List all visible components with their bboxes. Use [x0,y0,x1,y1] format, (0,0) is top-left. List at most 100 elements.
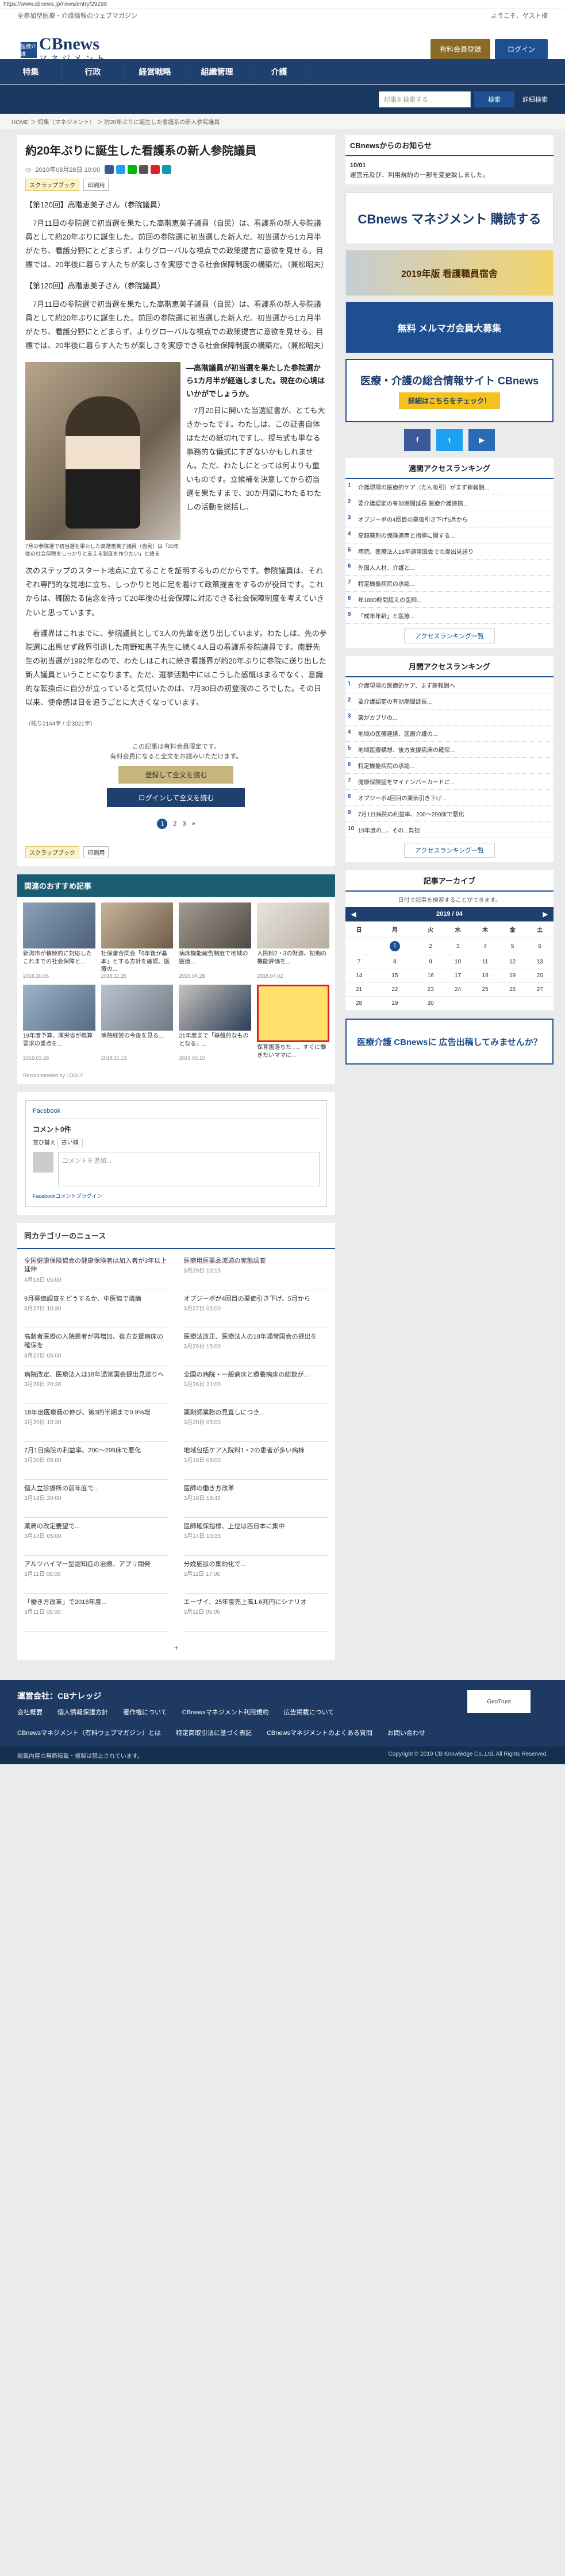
news-item[interactable]: 薬剤師業務の見直しにつき... 3月20日 05:00 [183,1404,328,1443]
ranking-item[interactable]: 4 高額薬剤の保険適用と指導に関する... [345,527,554,543]
page-2[interactable]: 2 [173,820,176,827]
calendar-day[interactable]: 24 [444,982,472,997]
news-item[interactable]: アルツハイマー型認知症の治療、アプリ開発 3月11日 05:00 [24,1556,169,1594]
footer-link[interactable]: 個人情報保護方針 [57,1707,108,1717]
recommended-item[interactable]: 社保審合同会「5年後が基本」とする方針を確認、医療の... 2016.11.25 [101,903,174,979]
ranking-item[interactable]: 7 健康保険証をマイナンバーカードに... [345,774,554,790]
cbnews-site-banner[interactable]: 医療・介護の総合情報サイト CBnews 詳細はこちらをチェック！ [345,359,554,422]
recommended-item[interactable]: 病床機能報告制度で地域の医療... 2016.04.28 [179,903,252,979]
newsletter-banner[interactable]: 無料 メルマガ会員大募集 [345,302,554,353]
calendar-day[interactable]: 2 [417,937,444,955]
calendar-day[interactable]: 10 [444,955,472,969]
nav-item-administration[interactable]: 行政 [62,59,124,84]
news-item[interactable]: エーザイ、25年度売上高1.6兆円にシナリオ 3月11日 05:00 [183,1594,328,1632]
news-item[interactable]: 病院改定、医療法人は18年通常国会提出見送りへ 3月26日 20:30 [24,1366,169,1405]
calendar-day[interactable]: 22 [372,982,417,997]
news-item[interactable]: 18年度医療費の伸び、第3四半期まで0.9%増 3月20日 10:30 [24,1404,169,1443]
subscribe-banner[interactable]: CBnews マネジメント 購読する [345,192,554,244]
twitter-icon[interactable]: t [436,429,463,451]
footer-link[interactable]: CBnewsマネジメントのよくある質問 [267,1728,372,1737]
calendar-day[interactable]: 9 [417,955,444,969]
calendar-day[interactable]: 26 [498,982,526,997]
nav-item-strategy[interactable]: 経営戦略 [124,59,186,84]
page-1[interactable]: 1 [157,819,168,830]
news-item[interactable]: 医療用医薬品流通の実態調査 3月29日 10:15 [183,1252,328,1291]
calendar-day[interactable]: 23 [417,982,444,997]
calendar-day[interactable]: 27 [526,982,554,997]
more-news-icon[interactable]: + [17,1635,335,1660]
search-input[interactable]: 記事を検索する [379,91,471,107]
ranking-item[interactable]: 7 特定機能病院の承認... [345,576,554,592]
nurse-housing-banner[interactable]: 2019年版 看護職員宿舎 [345,250,554,296]
nav-item-organization[interactable]: 組織管理 [186,59,248,84]
news-item[interactable]: 地域包括ケア入院料1・2の患者が多い病棟 3月18日 05:00 [183,1442,328,1480]
ranking-item[interactable]: 3 オプジーボの4回目の薬価引き下げ5月から [345,511,554,527]
calendar-day[interactable]: 14 [345,969,373,983]
ranking-item[interactable]: 6 特定機能病院の承認... [345,758,554,774]
ranking-item[interactable]: 6 外国人人材、介護と... [345,560,554,576]
ranking-item[interactable]: 9 7月1日病院の利益率、200～299床で悪化 [345,806,554,822]
ranking-item[interactable]: 10 19年度の...、その...負担 [345,822,554,838]
next-month-icon[interactable]: ▶ [543,911,548,918]
news-item[interactable]: 全国健康保険協会の健康保険者は加入者が3年以上延伸 4月18日 05:00 [24,1252,169,1291]
calendar-day[interactable]: 15 [372,969,417,983]
news-item[interactable]: 7月1日病院の利益率、200～299床で悪化 3月20日 05:00 [24,1442,169,1480]
news-item[interactable]: 分娩施設の集約化で... 3月11日 17:00 [183,1556,328,1594]
line-share-icon[interactable] [128,165,137,174]
nav-item-care[interactable]: 介護 [248,59,310,84]
calendar-day[interactable]: 20 [526,969,554,983]
mail-share-icon[interactable] [139,165,149,174]
notice-text[interactable]: 運営元及び、利用規約の一部を変更致しました。 [350,171,549,180]
monthly-ranking-more[interactable]: アクセスランキング一覧 [403,843,495,858]
footer-link[interactable]: お問い合わせ [387,1728,425,1737]
calendar-day[interactable]: 16 [417,969,444,983]
calendar-day[interactable]: 13 [526,955,554,969]
ranking-item[interactable]: 1 介護現場の医療的ケア、まず新報酬へ [345,677,554,693]
facebook-share-icon[interactable] [105,165,114,174]
ranking-item[interactable]: 2 要介護認定の有効期間延長... [345,693,554,709]
footer-link[interactable]: 特定商取引法に基づく表記 [176,1728,252,1737]
news-item[interactable]: 個人立診療所の前年度で... 3月18日 20:00 [24,1480,169,1518]
footer-link[interactable]: 会社概要 [17,1707,43,1717]
print-button-bottom[interactable]: 印刷用 [83,846,109,859]
facebook-tab[interactable]: Facebook [33,1108,320,1119]
news-item[interactable]: 薬局の改定要望で... 3月14日 05:00 [24,1518,169,1556]
ranking-item[interactable]: 5 病院、医療法人18年通常国会での提出見送り [345,543,554,560]
news-item[interactable]: 高齢者医療の入院患者が再増加、後方支援病床の確保を 3月27日 05:00 [24,1328,169,1367]
geotrust-seal[interactable]: GeoTrust [467,1690,531,1714]
calendar-day[interactable]: 25 [471,982,499,997]
footer-link[interactable]: CBnewsマネジメント利用規約 [182,1707,269,1717]
ranking-item[interactable]: 1 介護現場の医療的ケア（たん吸引）がまず新報酬... [345,479,554,495]
youtube-icon[interactable]: ▶ [468,429,495,451]
calendar-day[interactable]: 4 [471,937,499,955]
pocket-share-icon[interactable] [151,165,160,174]
hatena-share-icon[interactable] [162,165,172,174]
search-button[interactable]: 検索 [474,91,514,107]
scrapbook-button[interactable]: スクラップブック [25,179,79,191]
calendar-day[interactable]: 28 [345,996,373,1011]
weekly-ranking-more[interactable]: アクセスランキング一覧 [403,628,495,643]
login-read-button[interactable]: ログインして全文を読む [107,788,245,808]
ranking-item[interactable]: 3 薬がカプリの... [345,709,554,726]
news-item[interactable]: 医師の働き方改革 3月18日 18:45 [183,1480,328,1518]
calendar-day[interactable]: 12 [498,955,526,969]
nav-item-feature[interactable]: 特集 [0,59,62,84]
calendar-day[interactable]: 11 [471,955,499,969]
twitter-share-icon[interactable] [116,165,126,174]
calendar-day[interactable]: 1 [372,937,417,955]
recommended-item[interactable]: 入院料2・3の財源、初期の機能評価を... 2018.04.02 [257,903,329,979]
recommended-item[interactable]: 21年度まで「基盤的なものとなる」... 2019.03.15 [179,985,252,1067]
news-item[interactable]: 「働き方改革」で2018年度... 3月11日 05:00 [24,1594,169,1632]
footer-link[interactable]: 著作権について [123,1707,167,1717]
login-button[interactable]: ログイン [494,39,548,59]
footer-link[interactable]: 広告掲載について [284,1707,335,1717]
ranking-item[interactable]: 4 地域の医療連携、医療介護の... [345,726,554,742]
prev-month-icon[interactable]: ◀ [351,911,356,918]
page-next[interactable]: » [192,820,195,827]
news-item[interactable]: 医師確保指標、上位は西日本に集中 3月14日 10:35 [183,1518,328,1556]
footer-link[interactable]: CBnewsマネジメント（有料ウェブマガジン）とは [17,1728,161,1737]
recommended-item[interactable]: 19年度予算、厚労省が概算要求の重点を... 2019.03.28 [23,985,95,1067]
register-read-button[interactable]: 登録して全文を読む [118,766,234,784]
ranking-item[interactable]: 9 「成年年齢」と医療... [345,608,554,624]
recommended-item[interactable]: 新潟市が積極的に対応したこれまでの社会保障と... 2016.10.05 [23,903,95,979]
